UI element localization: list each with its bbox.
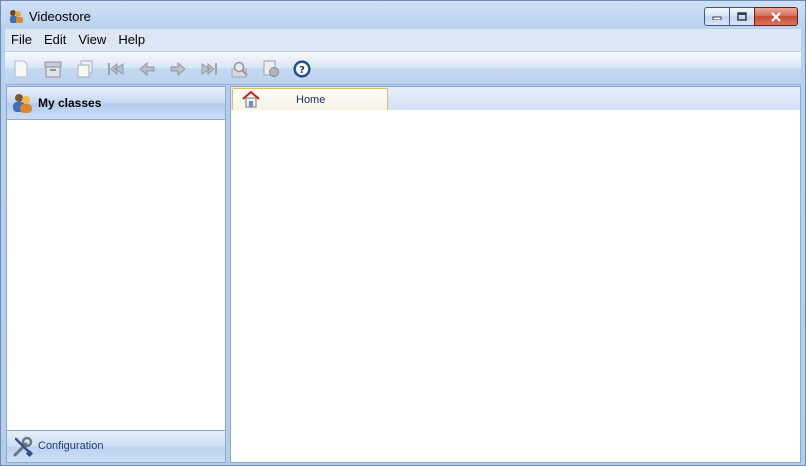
configuration-label: Configuration bbox=[38, 440, 104, 452]
tab-home-label: Home bbox=[296, 94, 326, 106]
app-window: Videostore File Edit View Help ? My clas… bbox=[0, 0, 806, 466]
close-icon bbox=[771, 11, 781, 22]
new-icon[interactable] bbox=[11, 59, 31, 79]
configuration-bar[interactable]: Configuration bbox=[7, 430, 225, 462]
previous-record-icon[interactable] bbox=[137, 59, 157, 79]
maximize-icon bbox=[737, 12, 747, 21]
menu-edit[interactable]: Edit bbox=[38, 29, 72, 51]
menu-bar: File Edit View Help bbox=[5, 29, 801, 51]
home-content bbox=[231, 110, 800, 462]
title-bar[interactable]: Videostore bbox=[1, 1, 805, 31]
search-icon[interactable] bbox=[230, 59, 250, 79]
home-icon bbox=[242, 90, 260, 108]
maximize-button[interactable] bbox=[729, 7, 754, 26]
last-record-icon[interactable] bbox=[199, 59, 219, 79]
videostore-app-icon bbox=[8, 8, 24, 24]
my-classes-panel: My classes Configuration bbox=[6, 86, 226, 463]
next-record-icon[interactable] bbox=[168, 59, 188, 79]
users-icon bbox=[11, 92, 33, 114]
window-title: Videostore bbox=[29, 9, 91, 24]
toolbar: ? bbox=[5, 52, 801, 85]
archive-icon[interactable] bbox=[43, 59, 63, 79]
panel-header[interactable]: My classes bbox=[7, 87, 225, 120]
panel-title: My classes bbox=[38, 96, 102, 110]
copy-icon[interactable] bbox=[75, 59, 95, 79]
window-controls bbox=[704, 7, 798, 26]
svg-text:?: ? bbox=[299, 65, 305, 76]
tab-home[interactable]: Home bbox=[232, 88, 388, 110]
first-record-icon[interactable] bbox=[106, 59, 126, 79]
menu-view[interactable]: View bbox=[72, 29, 112, 51]
minimize-icon bbox=[712, 16, 722, 20]
report-icon[interactable] bbox=[261, 59, 281, 79]
tools-icon bbox=[12, 436, 34, 458]
help-icon[interactable]: ? bbox=[292, 59, 312, 79]
menu-help[interactable]: Help bbox=[112, 29, 151, 51]
menu-file[interactable]: File bbox=[5, 29, 38, 51]
tab-strip: Home bbox=[231, 87, 800, 110]
main-area: Home bbox=[230, 86, 801, 463]
minimize-button[interactable] bbox=[704, 7, 729, 26]
close-button[interactable] bbox=[754, 7, 798, 26]
